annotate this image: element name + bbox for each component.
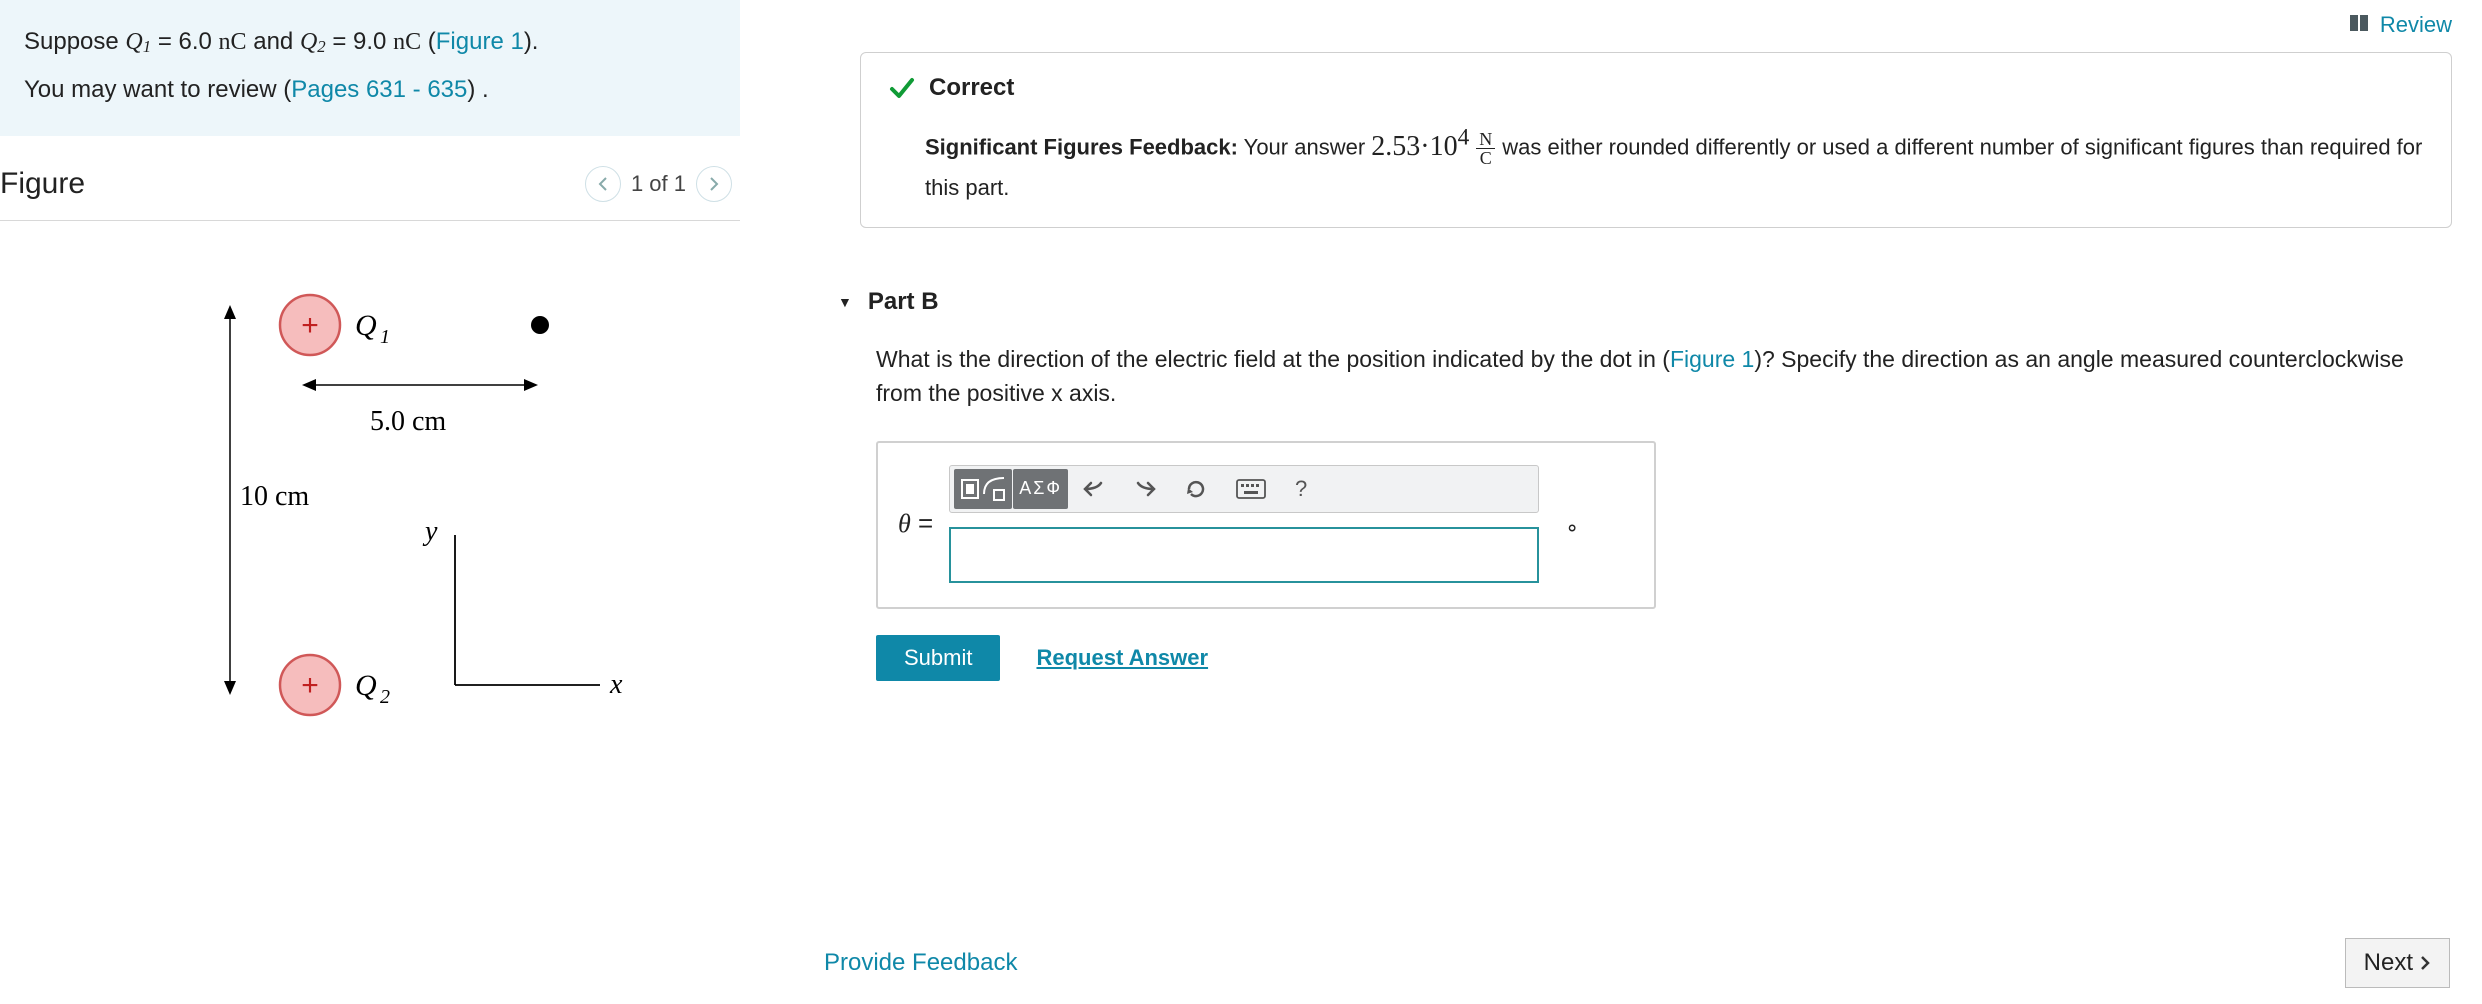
pages-link[interactable]: Pages 631 - 635 <box>291 76 467 103</box>
submit-button[interactable]: Submit <box>876 635 1000 681</box>
part-b-question: What is the direction of the electric fi… <box>820 342 2458 411</box>
reset-button[interactable] <box>1171 469 1221 509</box>
chevron-right-icon <box>708 176 720 192</box>
answer-value: 2.53·104 NC <box>1371 131 1502 162</box>
undo-icon <box>1083 479 1105 499</box>
caret-down-icon: ▼ <box>838 294 852 310</box>
part-b-header[interactable]: ▼ Part B <box>820 288 2458 316</box>
keyboard-icon <box>1236 479 1266 499</box>
theta-symbol: θ <box>898 509 911 538</box>
equation-toolbar: ΑΣФ ? <box>949 465 1539 513</box>
pager-next-button[interactable] <box>696 166 732 202</box>
svg-text:+: + <box>301 309 319 342</box>
pager-prev-button[interactable] <box>585 166 621 202</box>
svg-text:+: + <box>301 669 319 702</box>
svg-text:Q: Q <box>355 669 377 702</box>
problem-prompt: Suppose Q1 = 6.0 nC and Q2 = 9.0 nC (Fig… <box>0 0 740 136</box>
figure-pager: 1 of 1 <box>585 166 732 202</box>
svg-text:y: y <box>422 516 438 547</box>
figure-title: Figure <box>0 167 85 201</box>
svg-text:2: 2 <box>380 686 390 708</box>
part-b-title: Part B <box>868 288 939 316</box>
undo-button[interactable] <box>1069 469 1119 509</box>
prompt-text: Suppose <box>24 28 125 55</box>
pager-text: 1 of 1 <box>631 171 686 197</box>
template-icon <box>960 474 1006 504</box>
theta-input[interactable] <box>949 527 1539 583</box>
template-button[interactable] <box>954 469 1012 509</box>
redo-icon <box>1134 479 1156 499</box>
request-answer-link[interactable]: Request Answer <box>1036 645 1208 671</box>
keyboard-button[interactable] <box>1222 469 1280 509</box>
degree-unit: ∘ <box>1565 465 1579 541</box>
help-button[interactable]: ? <box>1281 469 1321 509</box>
svg-text:1: 1 <box>380 326 390 348</box>
figure-link-b[interactable]: Figure 1 <box>1670 346 1754 372</box>
svg-text:Q: Q <box>355 309 377 342</box>
chevron-right-icon <box>2419 955 2431 971</box>
check-icon <box>889 75 915 101</box>
chevron-left-icon <box>597 176 609 192</box>
provide-feedback-link[interactable]: Provide Feedback <box>824 949 1017 977</box>
figure-diagram: 10 cm 5.0 cm y x + Q 1 + Q 2 <box>110 245 630 765</box>
sigfig-label: Significant Figures Feedback: <box>925 135 1238 160</box>
svg-text:5.0 cm: 5.0 cm <box>370 406 446 437</box>
svg-text:x: x <box>609 669 623 700</box>
review-link[interactable]: Review <box>2380 12 2452 37</box>
reset-icon <box>1185 478 1207 500</box>
symbols-button[interactable]: ΑΣФ <box>1013 469 1068 509</box>
svg-text:10 cm: 10 cm <box>240 481 309 512</box>
feedback-box: Correct Significant Figures Feedback: Yo… <box>860 52 2452 228</box>
correct-label: Correct <box>929 69 1014 107</box>
figure-link[interactable]: Figure 1 <box>436 28 524 55</box>
answer-box: θ = ΑΣФ <box>876 441 1656 609</box>
redo-button[interactable] <box>1120 469 1170 509</box>
next-button[interactable]: Next <box>2345 938 2450 988</box>
review-icon <box>2350 15 2370 36</box>
